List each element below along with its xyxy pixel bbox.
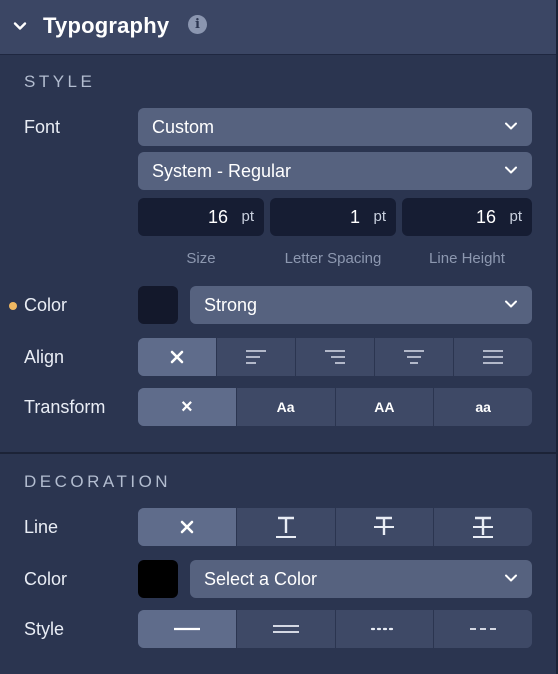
letter-spacing-input[interactable]: 1 pt [270,198,396,236]
line-height-unit: pt [509,208,522,225]
align-none-button[interactable] [138,338,216,376]
style-label: Style [24,619,65,639]
align-left-button[interactable] [216,338,295,376]
transform-none-button[interactable]: × [138,388,236,426]
line-height-label: Line Height [429,250,505,267]
style-double-button[interactable] [235,610,335,648]
chevron-down-icon[interactable] [12,18,28,34]
letter-spacing-unit: pt [373,208,386,225]
panel-title: Typography [43,13,170,38]
transform-capitalize-label: Aa [276,399,295,415]
transform-lowercase-button[interactable]: aa [433,388,532,426]
size-value: 16 [207,207,228,227]
font-weight-value: System - Regular [152,161,292,181]
chevron-down-icon [505,574,517,582]
solid-line-icon [173,627,200,631]
style-solid-button[interactable] [138,610,236,648]
transform-uppercase-button[interactable]: AA [334,388,434,426]
line-decoration-control[interactable] [138,508,532,546]
letter-spacing-value: 1 [349,207,360,227]
font-family-select[interactable]: Custom [138,108,532,146]
chevron-down-icon [505,300,517,308]
color-select[interactable]: Strong [190,286,532,324]
style-dotted-button[interactable] [334,610,434,648]
line-height-value: 16 [475,207,496,227]
transform-none-label: × [181,395,193,418]
color-label: Color [24,295,68,315]
line-height-input[interactable]: 16 pt [402,198,532,236]
align-right-button[interactable] [295,338,374,376]
color-swatch[interactable] [138,286,178,324]
modified-indicator [9,302,17,310]
line-overline-strike-button[interactable] [433,508,532,546]
line-label: Line [24,517,59,537]
dotted-line-icon [371,627,398,631]
underline-icon [275,516,296,538]
align-justify-button[interactable] [453,338,532,376]
double-line-icon [272,625,299,633]
decoration-color-select[interactable]: Select a Color [190,560,532,598]
decoration-color-placeholder: Select a Color [204,569,318,589]
size-input[interactable]: 16 pt [138,198,264,236]
transform-label: Transform [24,397,106,417]
size-unit: pt [241,208,254,225]
line-underline-button[interactable] [235,508,335,546]
transform-uppercase-label: AA [374,399,395,415]
size-label: Size [186,250,216,267]
line-style-control[interactable] [138,610,532,648]
line-strikethrough-button[interactable] [334,508,434,546]
font-label: Font [24,117,61,137]
align-control[interactable] [138,338,532,376]
font-weight-select[interactable]: System - Regular [138,152,532,190]
overline-strike-icon [473,516,494,538]
align-left-icon [246,350,266,364]
dashed-line-icon [470,628,497,630]
close-icon [170,350,184,364]
close-icon [180,520,194,534]
align-right-icon [325,350,345,364]
strikethrough-icon [374,516,395,535]
align-center-button[interactable] [374,338,453,376]
transform-control[interactable]: × Aa AA aa [138,388,532,426]
align-label: Align [24,347,65,367]
transform-lowercase-label: aa [475,399,491,415]
decoration-color-label: Color [24,569,68,589]
decoration-color-swatch[interactable] [138,560,178,598]
chevron-down-icon [505,122,517,130]
align-center-icon [404,350,424,364]
style-dashed-button[interactable] [433,610,532,648]
decoration-section-title: DECORATION [24,472,172,491]
line-none-button[interactable] [138,508,236,546]
color-value: Strong [204,295,258,315]
style-section-title: STYLE [24,72,96,91]
align-justify-icon [483,350,503,364]
panel-header[interactable]: Typography i [0,0,558,55]
font-family-value: Custom [152,117,215,137]
info-icon[interactable]: i [188,15,207,34]
letter-spacing-label: Letter Spacing [284,250,382,267]
chevron-down-icon [505,166,517,174]
transform-capitalize-button[interactable]: Aa [235,388,335,426]
section-divider [0,452,558,454]
